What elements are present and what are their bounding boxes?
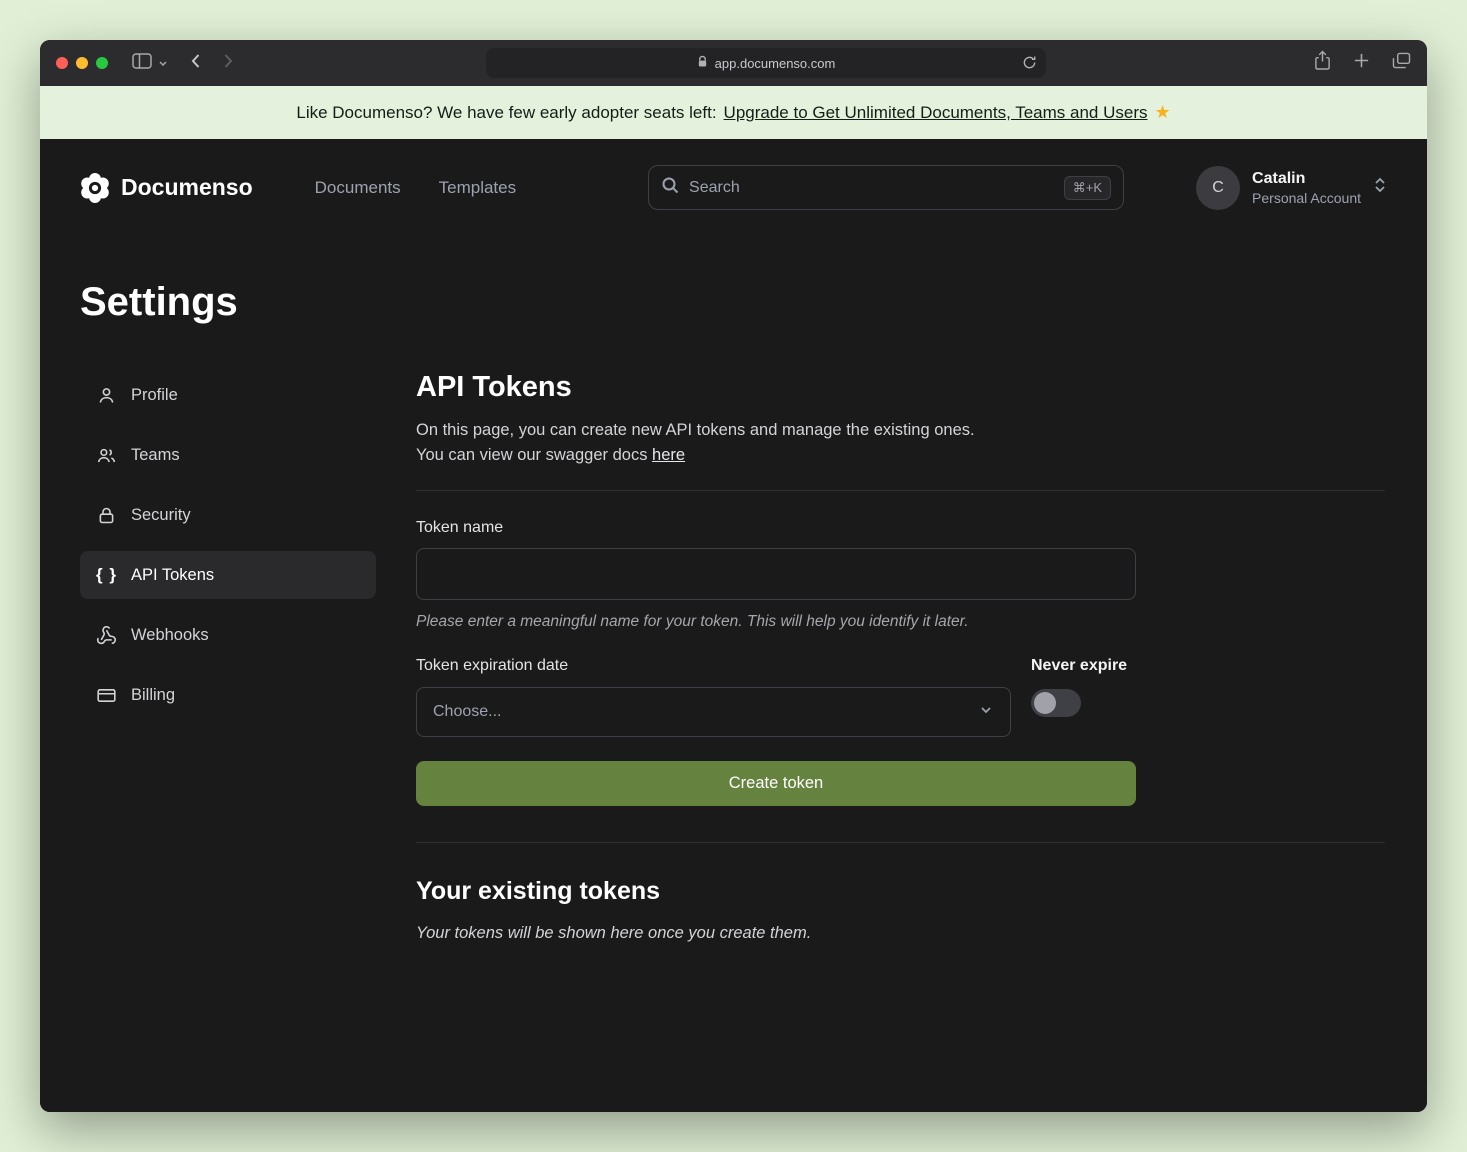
chevron-up-down-icon [1373,176,1387,199]
expiration-select[interactable]: Choose... [416,687,1011,737]
browser-window: app.documenso.com Like Documenso? We hav… [40,40,1427,1112]
docs-text: You can view our swagger docs [416,446,652,464]
sidebar-item-label: Security [131,506,191,525]
credit-card-icon [96,685,117,706]
braces-icon: { } [96,565,117,585]
nav-documents[interactable]: Documents [315,178,401,198]
sidebar-toggle-icon[interactable] [132,53,152,74]
expiration-label: Token expiration date [416,657,1011,675]
webhook-icon [96,625,117,646]
search-shortcut-badge: ⌘+K [1064,176,1111,200]
expiration-select-value: Choose... [433,703,501,721]
brand-name: Documenso [121,174,253,201]
divider [416,490,1385,491]
sidebar-item-api-tokens[interactable]: { } API Tokens [80,551,376,599]
forward-button[interactable] [223,53,234,74]
token-name-label: Token name [416,519,1385,537]
app-header: Documenso Documents Templates ⌘+K C Cata… [40,139,1427,210]
sidebar-item-label: API Tokens [131,566,214,585]
sidebar-item-profile[interactable]: Profile [80,371,376,419]
sidebar-item-label: Webhooks [131,626,209,645]
traffic-lights [56,57,108,69]
documenso-logo-icon [80,173,110,203]
sidebar-item-label: Teams [131,446,180,465]
section-heading: API Tokens [416,371,1385,404]
refresh-icon[interactable] [1022,55,1037,73]
existing-tokens-heading: Your existing tokens [416,877,1385,906]
address-bar[interactable]: app.documenso.com [486,48,1046,78]
nav-templates[interactable]: Templates [439,178,516,198]
main-nav: Documents Templates [315,178,516,198]
sidebar-item-security[interactable]: Security [80,491,376,539]
lock-icon [697,55,708,71]
brand[interactable]: Documenso [80,173,253,203]
promo-banner: Like Documenso? We have few early adopte… [40,86,1427,139]
account-menu[interactable]: C Catalin Personal Account [1196,166,1387,210]
settings-sidebar: Profile Teams Security { } API Tokens We… [80,371,376,719]
search-bar[interactable]: ⌘+K [648,165,1124,210]
section-description: On this page, you can create new API tok… [416,418,1385,443]
lock-icon [96,505,117,526]
sidebar-chevron-down-icon[interactable] [158,54,168,72]
existing-tokens-empty-text: Your tokens will be shown here once you … [416,924,1385,943]
user-icon [96,385,117,406]
sidebar-item-webhooks[interactable]: Webhooks [80,611,376,659]
page-title: Settings [80,280,1387,325]
url-text: app.documenso.com [715,56,836,71]
banner-text: Like Documenso? We have few early adopte… [296,103,716,123]
api-tokens-section: API Tokens On this page, you can create … [416,371,1385,943]
token-name-input[interactable] [416,548,1136,600]
never-expire-label: Never expire [1031,657,1127,675]
users-icon [96,445,117,466]
swagger-docs-link[interactable]: here [652,446,685,464]
sidebar-item-billing[interactable]: Billing [80,671,376,719]
sidebar-item-teams[interactable]: Teams [80,431,376,479]
create-token-button[interactable]: Create token [416,761,1136,806]
app-main: Documenso Documents Templates ⌘+K C Cata… [40,139,1427,1112]
chevron-down-icon [978,702,994,723]
zoom-window-button[interactable] [96,57,108,69]
share-icon[interactable] [1314,50,1331,76]
sidebar-item-label: Profile [131,386,178,405]
sidebar-item-label: Billing [131,686,175,705]
browser-toolbar: app.documenso.com [40,40,1427,86]
divider [416,842,1385,843]
search-input[interactable] [689,179,1054,197]
account-name: Catalin [1252,170,1361,188]
token-name-hint: Please enter a meaningful name for your … [416,613,1385,631]
minimize-window-button[interactable] [76,57,88,69]
tab-overview-icon[interactable] [1392,52,1411,74]
back-button[interactable] [190,53,201,74]
avatar: C [1196,166,1240,210]
upgrade-link[interactable]: Upgrade to Get Unlimited Documents, Team… [724,103,1148,123]
close-window-button[interactable] [56,57,68,69]
account-type: Personal Account [1252,190,1361,206]
star-icon: ★ [1154,102,1170,123]
toggle-knob [1034,692,1056,714]
new-tab-icon[interactable] [1353,52,1370,74]
never-expire-toggle[interactable] [1031,689,1081,717]
search-icon [661,176,679,199]
